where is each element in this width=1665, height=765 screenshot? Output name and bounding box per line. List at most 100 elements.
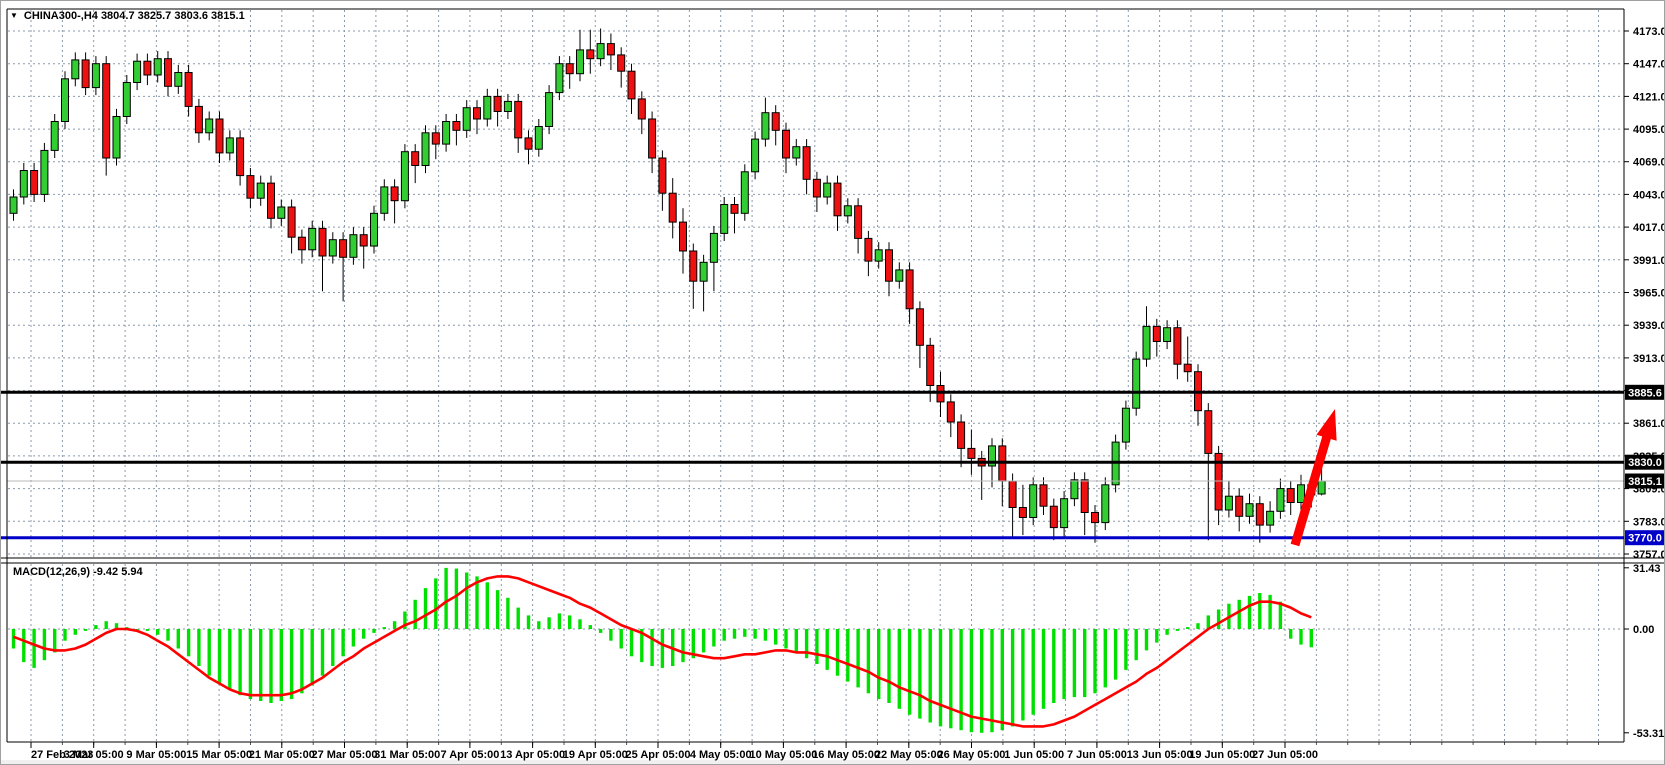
candle xyxy=(638,99,645,119)
candle xyxy=(72,60,79,79)
macd-histogram-bar xyxy=(218,629,221,684)
macd-histogram-bar xyxy=(1093,629,1096,693)
macd-histogram-bar xyxy=(856,629,859,687)
macd-histogram-bar xyxy=(208,629,211,676)
macd-histogram-bar xyxy=(43,629,46,660)
macd-histogram-bar xyxy=(259,629,262,701)
candle xyxy=(1081,480,1088,513)
macd-histogram-bar xyxy=(290,629,293,699)
candle xyxy=(1050,506,1057,527)
candle xyxy=(443,122,450,145)
candle xyxy=(1287,489,1294,503)
macd-histogram-bar xyxy=(362,629,365,639)
chart-surface[interactable]: 4173.04147.04121.04095.04069.04043.04017… xyxy=(1,1,1665,765)
macd-histogram-bar xyxy=(815,629,818,664)
macd-histogram-bar xyxy=(12,629,15,649)
candle xyxy=(813,179,820,197)
macd-histogram-bar xyxy=(578,619,581,629)
y-axis-label: 4121.0 xyxy=(1633,91,1665,103)
macd-histogram-bar xyxy=(22,629,25,662)
macd-histogram-bar xyxy=(63,629,66,641)
price-badge-label: 3770.0 xyxy=(1628,533,1662,545)
candle xyxy=(865,238,872,261)
candle xyxy=(195,106,202,132)
candle xyxy=(577,50,584,74)
candle xyxy=(432,133,439,144)
x-axis-label: 22 May 05:00 xyxy=(875,749,943,761)
candle xyxy=(1030,485,1037,518)
candle xyxy=(649,119,656,158)
candle xyxy=(360,235,367,246)
y-axis-label: 3757.0 xyxy=(1633,549,1665,561)
candle xyxy=(1071,480,1078,499)
candle xyxy=(10,197,17,213)
candle xyxy=(371,213,378,246)
candle xyxy=(597,44,604,59)
macd-histogram-bar xyxy=(1104,629,1107,687)
macd-histogram-bar xyxy=(94,625,97,629)
y-axis-label: 4043.0 xyxy=(1633,189,1665,201)
macd-histogram-bar xyxy=(197,629,200,666)
symbol-title: ▼ CHINA300-,H4 3804.7 3825.7 3803.6 3815… xyxy=(10,8,245,24)
symbol-title-text: CHINA300-,H4 3804.7 3825.7 3803.6 3815.1 xyxy=(24,10,245,22)
macd-histogram-bar xyxy=(269,629,272,703)
x-axis-label: 25 Apr 05:00 xyxy=(625,749,690,761)
candle xyxy=(875,250,882,261)
candle xyxy=(680,222,687,251)
candle xyxy=(1092,513,1099,523)
macd-histogram-bar xyxy=(959,629,962,730)
macd-histogram-bar xyxy=(1062,629,1065,699)
chevron-down-icon[interactable]: ▼ xyxy=(10,12,18,20)
candle xyxy=(968,448,975,458)
macd-histogram-bar xyxy=(1176,629,1179,631)
candle xyxy=(803,147,810,180)
macd-histogram-bar xyxy=(238,629,241,695)
macd-histogram-bar xyxy=(774,629,777,645)
candle xyxy=(463,108,470,131)
candle xyxy=(134,61,141,82)
candle xyxy=(700,262,707,281)
candle xyxy=(834,183,841,216)
macd-histogram-bar xyxy=(1052,629,1055,703)
candle xyxy=(721,205,728,234)
x-axis-label: 7 Jun 05:00 xyxy=(1067,749,1127,761)
candle xyxy=(566,64,573,74)
macd-histogram-bar xyxy=(424,588,427,629)
macd-histogram-bar xyxy=(465,573,468,630)
macd-histogram-bar xyxy=(547,617,550,629)
x-axis-label: 9 Mar 05:00 xyxy=(126,749,186,761)
macd-histogram-bar xyxy=(506,598,509,629)
macd-histogram-bar xyxy=(444,568,447,629)
mt4-chart-window: 4173.04147.04121.04095.04069.04043.04017… xyxy=(0,0,1665,765)
macd-histogram-bar xyxy=(156,629,159,635)
macd-histogram-bar xyxy=(352,629,355,647)
macd-histogram-bar xyxy=(650,629,653,666)
macd-histogram-bar xyxy=(1021,629,1024,721)
macd-histogram-bar xyxy=(537,621,540,629)
candle xyxy=(257,183,264,198)
macd-histogram-bar xyxy=(1011,629,1014,726)
candle xyxy=(41,150,48,194)
macd-histogram-bar xyxy=(105,621,108,629)
macd-histogram-bar xyxy=(877,629,880,699)
macd-histogram-bar xyxy=(887,629,890,703)
x-axis-label: 1 Jun 05:00 xyxy=(1004,749,1064,761)
candle xyxy=(474,108,481,119)
macd-histogram-bar xyxy=(249,629,252,699)
candle xyxy=(793,147,800,158)
macd-histogram-bar xyxy=(1279,602,1282,629)
macd-histogram-bar xyxy=(372,629,375,633)
candle xyxy=(886,250,893,281)
candle xyxy=(1267,511,1274,525)
macd-histogram-bar xyxy=(620,629,623,649)
macd-histogram-bar xyxy=(630,629,633,656)
x-axis-label: 21 Mar 05:00 xyxy=(249,749,315,761)
macd-histogram-bar xyxy=(280,629,283,701)
x-axis-label: 19 Jun 05:00 xyxy=(1189,749,1255,761)
y-axis-label: 4173.0 xyxy=(1633,26,1665,38)
macd-histogram-bar xyxy=(990,629,993,732)
candle xyxy=(515,101,522,137)
x-axis-label: 7 Apr 05:00 xyxy=(440,749,499,761)
macd-histogram-bar xyxy=(177,629,180,649)
y-axis-label: 3861.0 xyxy=(1633,418,1665,430)
